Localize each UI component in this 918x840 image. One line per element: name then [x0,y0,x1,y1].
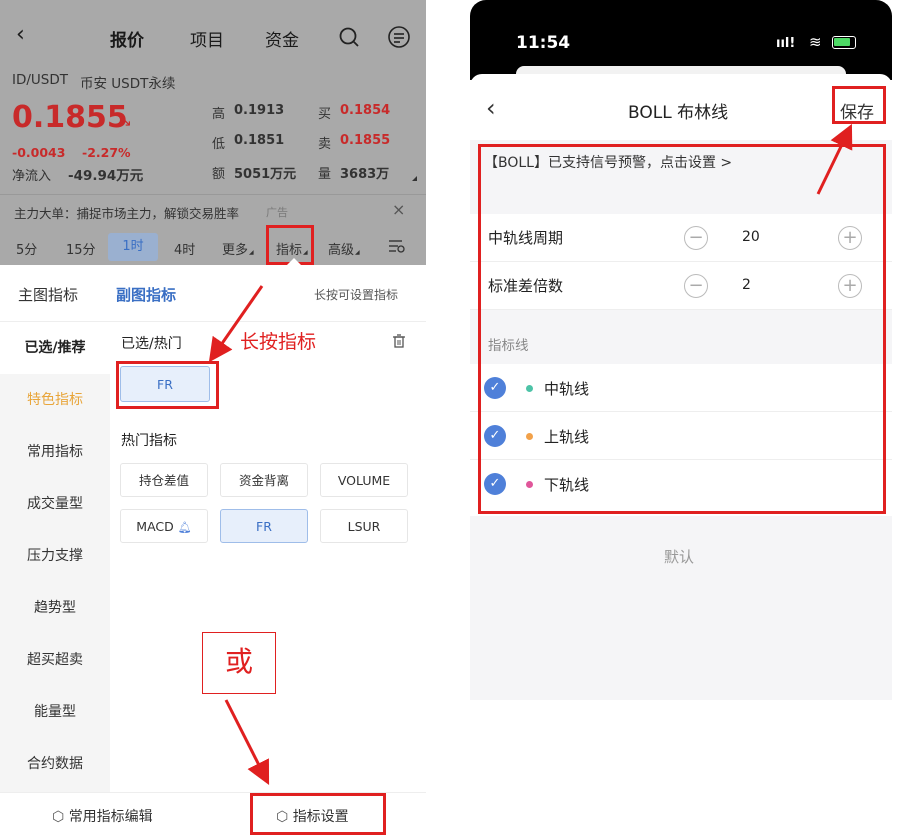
annotation-arrows [208,285,270,786]
annotation-arrow [816,123,853,195]
right-screen: 11:54 ııl! ≋ ‹ BOLL 布林线 保存 【BOLL】已支持信号预警… [470,0,892,840]
left-screen: ‹ 报价 项目 资金 ID/USDT 币安 USDT永续 0.1855 ↘ -0… [0,0,426,840]
